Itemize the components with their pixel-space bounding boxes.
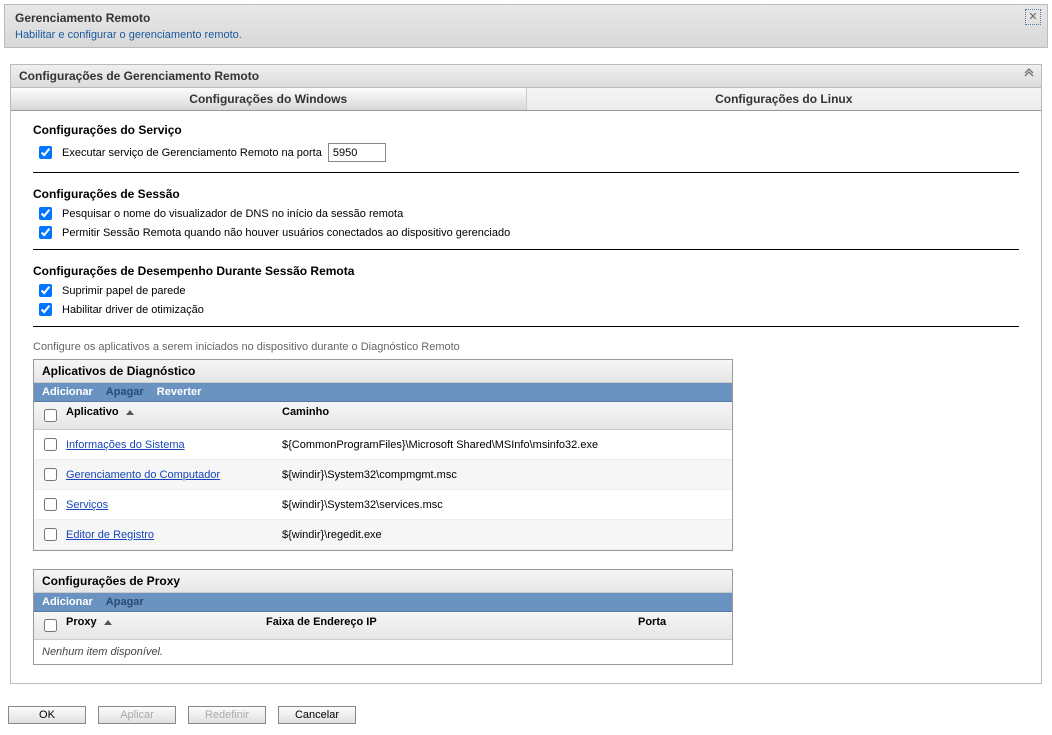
run-service-checkbox[interactable]	[39, 146, 52, 159]
config-panel-title: Configurações de Gerenciamento Remoto	[19, 69, 259, 83]
dns-lookup-label: Pesquisar o nome do visualizador de DNS …	[62, 208, 403, 220]
proxy-table: Configurações de Proxy Adicionar Apagar …	[33, 569, 733, 665]
diag-col-app-label: Aplicativo	[66, 406, 119, 418]
divider	[33, 172, 1019, 173]
row-checkbox[interactable]	[44, 528, 57, 541]
app-link[interactable]: Editor de Registro	[66, 529, 154, 541]
tab-content: Configurações do Serviço Executar serviç…	[11, 111, 1041, 683]
page-description: Habilitar e configurar o gerenciamento r…	[15, 29, 1037, 41]
row-checkbox[interactable]	[44, 438, 57, 451]
app-path: ${windir}\System32\compmgmt.msc	[276, 464, 732, 486]
opt-driver-label: Habilitar driver de otimização	[62, 304, 204, 316]
proxy-empty-row: Nenhum item disponível.	[34, 640, 732, 664]
row-checkbox[interactable]	[44, 468, 57, 481]
app-path: ${windir}\regedit.exe	[276, 524, 732, 546]
row-checkbox[interactable]	[44, 498, 57, 511]
close-icon[interactable]: ✕	[1025, 9, 1041, 25]
diag-delete-link[interactable]: Apagar	[106, 386, 144, 398]
divider	[33, 249, 1019, 250]
config-panel-header: Configurações de Gerenciamento Remoto	[11, 65, 1041, 88]
diag-table: Aplicativos de Diagnóstico Adicionar Apa…	[33, 359, 733, 551]
port-input[interactable]	[328, 143, 386, 162]
diag-col-header: Aplicativo Caminho	[34, 402, 732, 430]
run-service-label: Executar serviço de Gerenciamento Remoto…	[62, 147, 322, 159]
allow-remote-label: Permitir Sessão Remota quando não houver…	[62, 227, 510, 239]
proxy-select-all-checkbox[interactable]	[44, 619, 57, 632]
page-title: Gerenciamento Remoto	[15, 11, 1037, 25]
collapse-icon[interactable]	[1023, 68, 1035, 83]
tab-windows[interactable]: Configurações do Windows	[11, 88, 527, 110]
tabs: Configurações do Windows Configurações d…	[11, 88, 1041, 111]
suppress-wallpaper-checkbox[interactable]	[39, 284, 52, 297]
diag-help-text: Configure os aplicativos a serem iniciad…	[33, 341, 1019, 353]
app-path: ${windir}\System32\services.msc	[276, 494, 732, 516]
diag-select-all-checkbox[interactable]	[44, 409, 57, 422]
opt-driver-checkbox[interactable]	[39, 303, 52, 316]
apply-button[interactable]: Aplicar	[98, 706, 176, 724]
proxy-col-range[interactable]: Faixa de Endereço IP	[260, 612, 632, 639]
ok-button[interactable]: OK	[8, 706, 86, 724]
reset-button[interactable]: Redefinir	[188, 706, 266, 724]
proxy-col-port[interactable]: Porta	[632, 612, 732, 639]
config-panel: Configurações de Gerenciamento Remoto Co…	[10, 64, 1042, 684]
app-path: ${CommonProgramFiles}\Microsoft Shared\M…	[276, 434, 732, 456]
divider	[33, 326, 1019, 327]
table-row: Informações do Sistema ${CommonProgramFil…	[34, 430, 732, 460]
perf-section-title: Configurações de Desempenho Durante Sess…	[33, 264, 1019, 278]
dns-lookup-checkbox[interactable]	[39, 207, 52, 220]
proxy-col-header: Proxy Faixa de Endereço IP Porta	[34, 612, 732, 640]
table-row: Editor de Registro ${windir}\regedit.exe	[34, 520, 732, 550]
app-link[interactable]: Serviços	[66, 499, 108, 511]
proxy-action-bar: Adicionar Apagar	[34, 593, 732, 612]
diag-col-path[interactable]: Caminho	[276, 402, 732, 429]
proxy-col-proxy-label: Proxy	[66, 616, 97, 628]
diag-add-link[interactable]: Adicionar	[42, 386, 93, 398]
table-row: Serviços ${windir}\System32\services.msc	[34, 490, 732, 520]
service-section-title: Configurações do Serviço	[33, 123, 1019, 137]
sort-asc-icon	[104, 620, 112, 625]
sort-asc-icon	[126, 410, 134, 415]
allow-remote-checkbox[interactable]	[39, 226, 52, 239]
diag-revert-link[interactable]: Reverter	[157, 386, 202, 398]
diag-action-bar: Adicionar Apagar Reverter	[34, 383, 732, 402]
app-link[interactable]: Informações do Sistema	[66, 439, 185, 451]
page-header: Gerenciamento Remoto Habilitar e configu…	[4, 4, 1048, 48]
table-row: Gerenciamento do Computador ${windir}\Sys…	[34, 460, 732, 490]
button-row: OK Aplicar Redefinir Cancelar	[4, 706, 1048, 724]
tab-linux[interactable]: Configurações do Linux	[527, 88, 1042, 110]
proxy-delete-link[interactable]: Apagar	[106, 596, 144, 608]
proxy-add-link[interactable]: Adicionar	[42, 596, 93, 608]
diag-col-app[interactable]: Aplicativo	[60, 402, 276, 429]
app-link[interactable]: Gerenciamento do Computador	[66, 469, 220, 481]
diag-table-title: Aplicativos de Diagnóstico	[34, 360, 732, 383]
cancel-button[interactable]: Cancelar	[278, 706, 356, 724]
proxy-table-title: Configurações de Proxy	[34, 570, 732, 593]
proxy-col-proxy[interactable]: Proxy	[60, 612, 260, 639]
session-section-title: Configurações de Sessão	[33, 187, 1019, 201]
suppress-wallpaper-label: Suprimir papel de parede	[62, 285, 186, 297]
